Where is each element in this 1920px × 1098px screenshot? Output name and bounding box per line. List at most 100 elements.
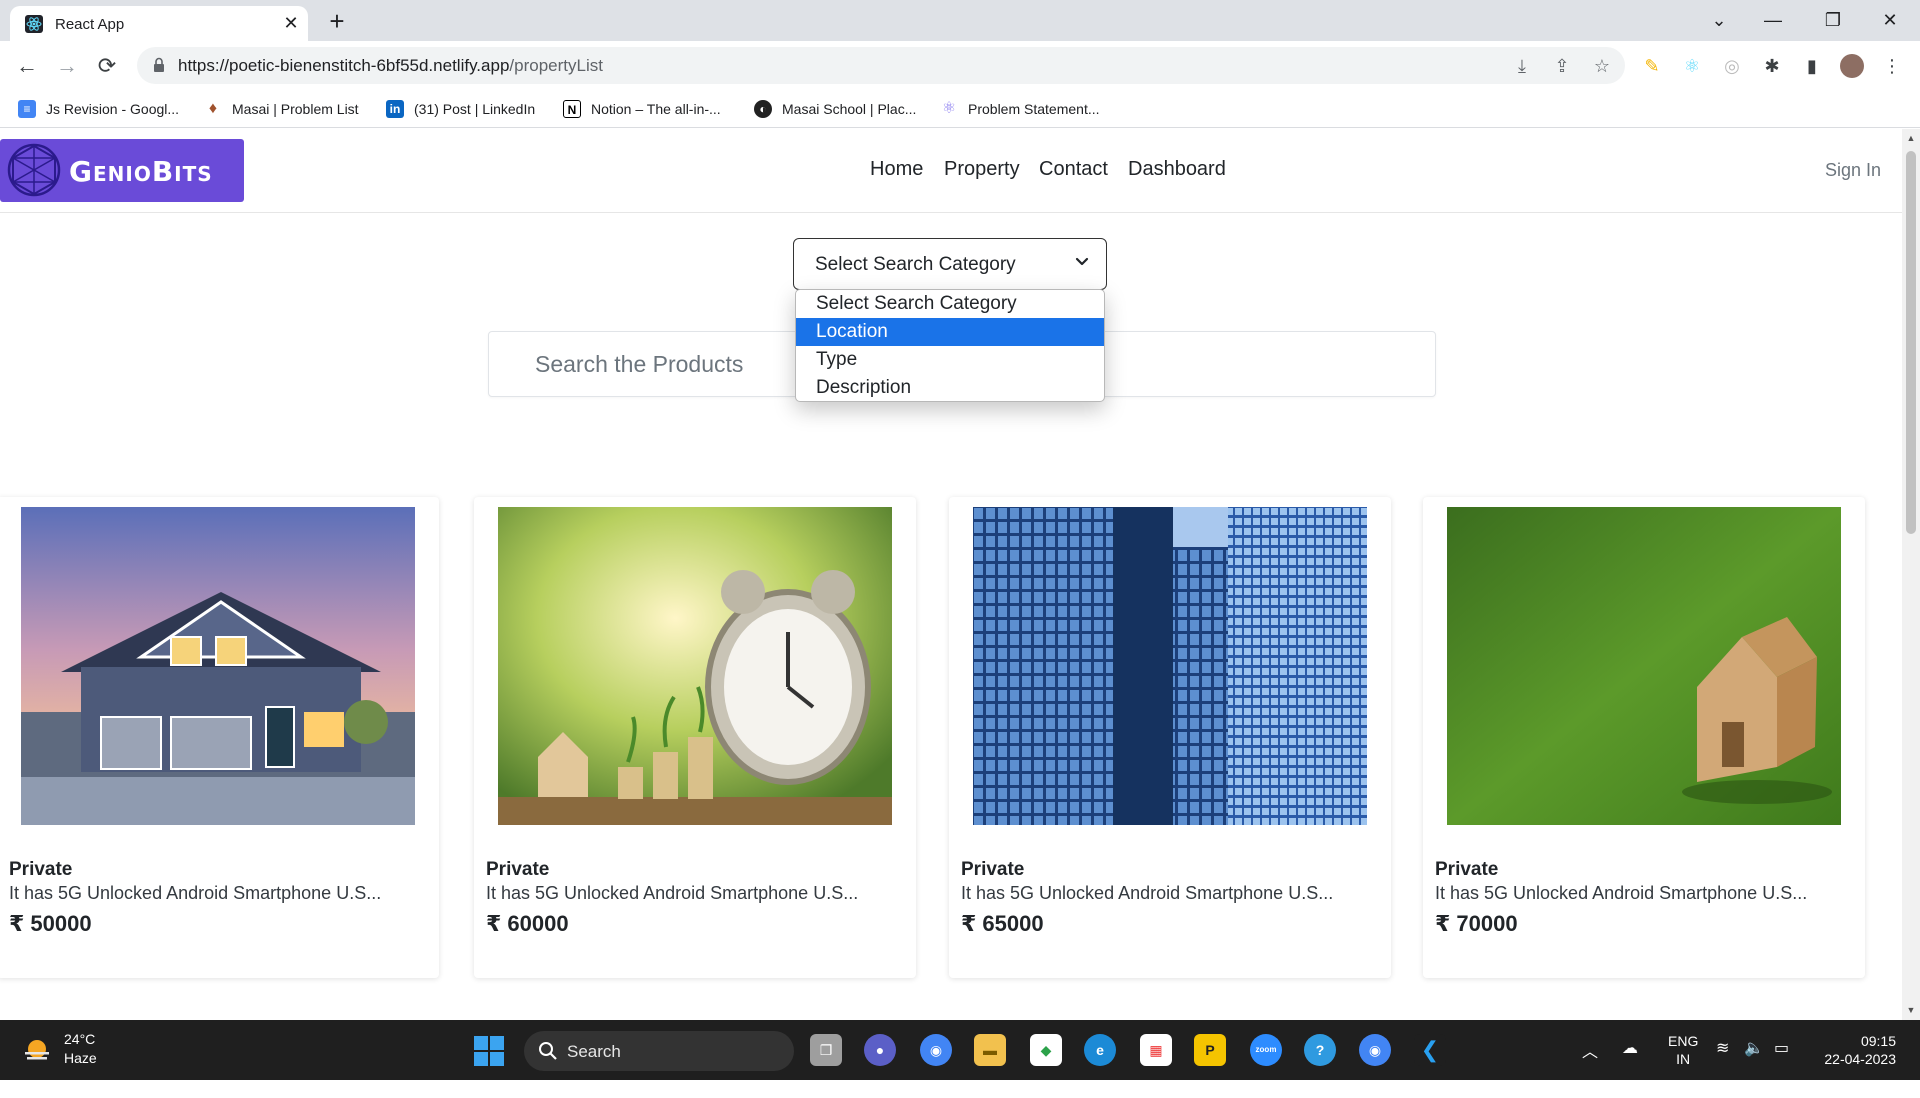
react-icon: ⚛	[941, 100, 957, 117]
option-type[interactable]: Type	[796, 346, 1104, 374]
zoom-icon[interactable]: zoom	[1250, 1034, 1282, 1066]
url-host: https://poetic-bienenstitch-6bf55d.netli…	[178, 56, 510, 75]
scroll-down-icon[interactable]: ▼	[1906, 1005, 1916, 1015]
card-type: Private	[1435, 859, 1499, 880]
house-photo	[21, 507, 415, 825]
green-app-icon[interactable]: ◆	[1030, 1034, 1062, 1066]
browser-toolbar: ← → ⟳ https://poetic-bienenstitch-6bf55d…	[0, 41, 1920, 90]
clock-coins-photo	[498, 507, 892, 825]
property-card[interactable]: Private It has 5G Unlocked Android Smart…	[1423, 497, 1865, 978]
clock[interactable]: 09:15 22-04-2023	[1814, 1032, 1896, 1092]
volume-icon[interactable]: 🔈	[1744, 1038, 1764, 1098]
minimize-button[interactable]: —	[1758, 6, 1788, 34]
reload-button[interactable]: ⟳	[92, 51, 122, 81]
share-icon[interactable]: ⇪	[1550, 54, 1574, 78]
extensions-puzzle-icon[interactable]: ✱	[1760, 54, 1784, 78]
chrome-menu-icon[interactable]: ⋮	[1880, 54, 1904, 78]
category-dropdown-list: Select Search Category Location Type Des…	[795, 289, 1105, 402]
restore-button[interactable]: ❐	[1818, 6, 1848, 34]
new-tab-button[interactable]: +	[322, 6, 352, 36]
bookmark-item[interactable]: ⚛ Problem Statement...	[940, 99, 1100, 119]
bookmark-item[interactable]: ♦ Masai | Problem List	[204, 99, 359, 119]
option-description[interactable]: Description	[796, 374, 1104, 401]
property-card[interactable]: Private It has 5G Unlocked Android Smart…	[949, 497, 1391, 978]
page-scrollbar[interactable]: ▲ ▼	[1902, 129, 1920, 1020]
page-viewport: GenioBits Home Property Contact Dashboar…	[0, 129, 1902, 1020]
property-card[interactable]: Private It has 5G Unlocked Android Smart…	[474, 497, 916, 978]
bookmark-label: Notion – The all-in-...	[591, 101, 721, 117]
tab-search-icon[interactable]: ⌄	[1704, 6, 1734, 34]
brand-logo[interactable]: GenioBits	[0, 139, 244, 202]
card-description: It has 5G Unlocked Android Smartphone U.…	[1435, 883, 1808, 903]
extension-circle-icon[interactable]: ◎	[1720, 54, 1744, 78]
onedrive-cloud-icon[interactable]: ☁	[1622, 1038, 1638, 1098]
card-type: Private	[486, 859, 550, 880]
taskbar-search-label: Search	[567, 1042, 621, 1061]
p-app-icon[interactable]: P	[1194, 1034, 1226, 1066]
globe-icon: ◐	[754, 100, 772, 118]
chevron-down-icon	[1075, 257, 1089, 266]
clock-time: 09:15	[1860, 1033, 1896, 1049]
card-price: ₹ 70000	[1435, 911, 1518, 936]
scroll-up-icon[interactable]: ▲	[1906, 133, 1916, 143]
close-window-button[interactable]: ✕	[1875, 6, 1905, 34]
address-bar[interactable]: https://poetic-bienenstitch-6bf55d.netli…	[137, 47, 1625, 84]
nav-dashboard[interactable]: Dashboard	[1128, 158, 1226, 181]
bookmark-item[interactable]: N Notion – The all-in-...	[563, 99, 721, 119]
pen-extension-icon[interactable]: ✎	[1640, 54, 1664, 78]
property-card[interactable]: Private It has 5G Unlocked Android Smart…	[0, 497, 439, 978]
react-favicon-icon	[25, 15, 43, 33]
network-logo-icon	[7, 143, 61, 197]
teams-chat-icon[interactable]: ●	[864, 1034, 896, 1066]
card-type: Private	[961, 859, 1025, 880]
battery-icon[interactable]: ▭	[1774, 1038, 1789, 1098]
taskbar-search[interactable]: Search	[524, 1031, 794, 1071]
sign-in-link[interactable]: Sign In	[1825, 160, 1881, 181]
nav-contact[interactable]: Contact	[1039, 158, 1108, 181]
nav-property[interactable]: Property	[944, 158, 1020, 181]
react-devtools-icon[interactable]: ⚛	[1680, 54, 1704, 78]
browser-tab-strip: React App ✕ + ⌄ — ❐ ✕	[0, 0, 1920, 41]
close-tab-icon[interactable]: ✕	[280, 12, 302, 34]
install-app-icon[interactable]: ⤓	[1510, 54, 1534, 78]
weather-app-icon[interactable]: ?	[1304, 1034, 1336, 1066]
profile-avatar-icon[interactable]	[1840, 54, 1864, 78]
task-view-icon[interactable]: ❐	[810, 1034, 842, 1066]
edge-icon[interactable]: e	[1084, 1034, 1116, 1066]
language-indicator[interactable]: ENG IN	[1668, 1032, 1698, 1092]
bookmark-label: Masai School | Plac...	[782, 101, 917, 117]
haze-sun-icon	[25, 1040, 49, 1060]
file-explorer-icon[interactable]: ▬	[974, 1034, 1006, 1066]
store-icon[interactable]: ▦	[1140, 1034, 1172, 1066]
bookmark-star-icon[interactable]: ☆	[1590, 54, 1614, 78]
card-description: It has 5G Unlocked Android Smartphone U.…	[486, 883, 859, 903]
bookmark-label: (31) Post | LinkedIn	[414, 101, 536, 117]
card-price: ₹ 60000	[486, 911, 569, 936]
tray-overflow-icon[interactable]: ︿	[1582, 1038, 1598, 1098]
back-button[interactable]: ←	[12, 51, 42, 81]
forward-button[interactable]: →	[52, 51, 82, 81]
side-panel-icon[interactable]: ▮	[1800, 54, 1824, 78]
clock-date: 22-04-2023	[1824, 1051, 1896, 1067]
bookmark-item[interactable]: in (31) Post | LinkedIn	[386, 99, 535, 119]
notion-icon: N	[563, 100, 581, 118]
select-value: Select Search Category	[815, 254, 1016, 275]
bookmark-label: Js Revision - Googl...	[46, 101, 180, 117]
wooden-house-grass-photo	[1447, 507, 1841, 825]
card-price: ₹ 50000	[9, 911, 92, 936]
windows-start-icon[interactable]	[474, 1036, 504, 1066]
brand-name: GenioBits	[69, 155, 213, 188]
chrome-icon[interactable]: ◉	[920, 1034, 952, 1066]
vscode-icon[interactable]: ❮	[1414, 1034, 1446, 1066]
browser-tab[interactable]: React App ✕	[10, 6, 308, 41]
scrollbar-thumb[interactable]	[1906, 151, 1916, 534]
bookmark-item[interactable]: ◐ Masai School | Plac...	[754, 99, 916, 119]
chrome-active-icon[interactable]: ◉	[1359, 1034, 1391, 1066]
card-description: It has 5G Unlocked Android Smartphone U.…	[961, 883, 1334, 903]
option-location[interactable]: Location	[796, 318, 1104, 346]
option-select-category[interactable]: Select Search Category	[796, 290, 1104, 318]
search-category-select[interactable]: Select Search Category	[793, 238, 1107, 290]
wifi-icon[interactable]: ≋	[1716, 1038, 1729, 1098]
nav-home[interactable]: Home	[870, 158, 923, 181]
bookmark-item[interactable]: ≡ Js Revision - Googl...	[18, 99, 179, 119]
